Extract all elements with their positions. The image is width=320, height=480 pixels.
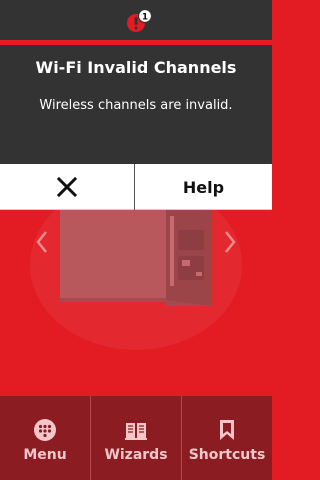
nav-tab-wizards[interactable]: Wizards [90,396,181,480]
status-bar: 1 [0,0,272,40]
grid-dots-icon [34,419,56,441]
nav-tab-label: Shortcuts [188,447,266,463]
alert-message: Wireless channels are invalid. [39,98,233,113]
nav-tab-shortcuts[interactable]: Shortcuts [181,396,272,480]
bookmark-icon [220,420,234,440]
nav-tab-menu[interactable]: Menu [0,396,90,480]
warning-icon[interactable]: 1 [125,9,153,35]
alert-actions: Help [0,164,272,210]
alert-title: Wi-Fi Invalid Channels [35,58,237,77]
close-icon [56,176,78,198]
book-icon [125,423,147,440]
chevron-right-icon[interactable] [222,228,238,256]
alert-dialog: 1 Wi-Fi Invalid Channels Wireless channe… [0,0,272,164]
nav-tab-label: Wizards [104,447,168,463]
printer-image [60,210,212,306]
notification-count: 1 [142,13,148,23]
dismiss-button[interactable] [0,164,135,210]
nav-tab-label: Menu [23,447,67,463]
chevron-left-icon[interactable] [34,228,50,256]
bottom-nav: Menu Wizards Shortcuts [0,396,272,480]
help-button[interactable]: Help [135,164,272,210]
printer-carousel [0,210,272,396]
divider [0,40,272,45]
